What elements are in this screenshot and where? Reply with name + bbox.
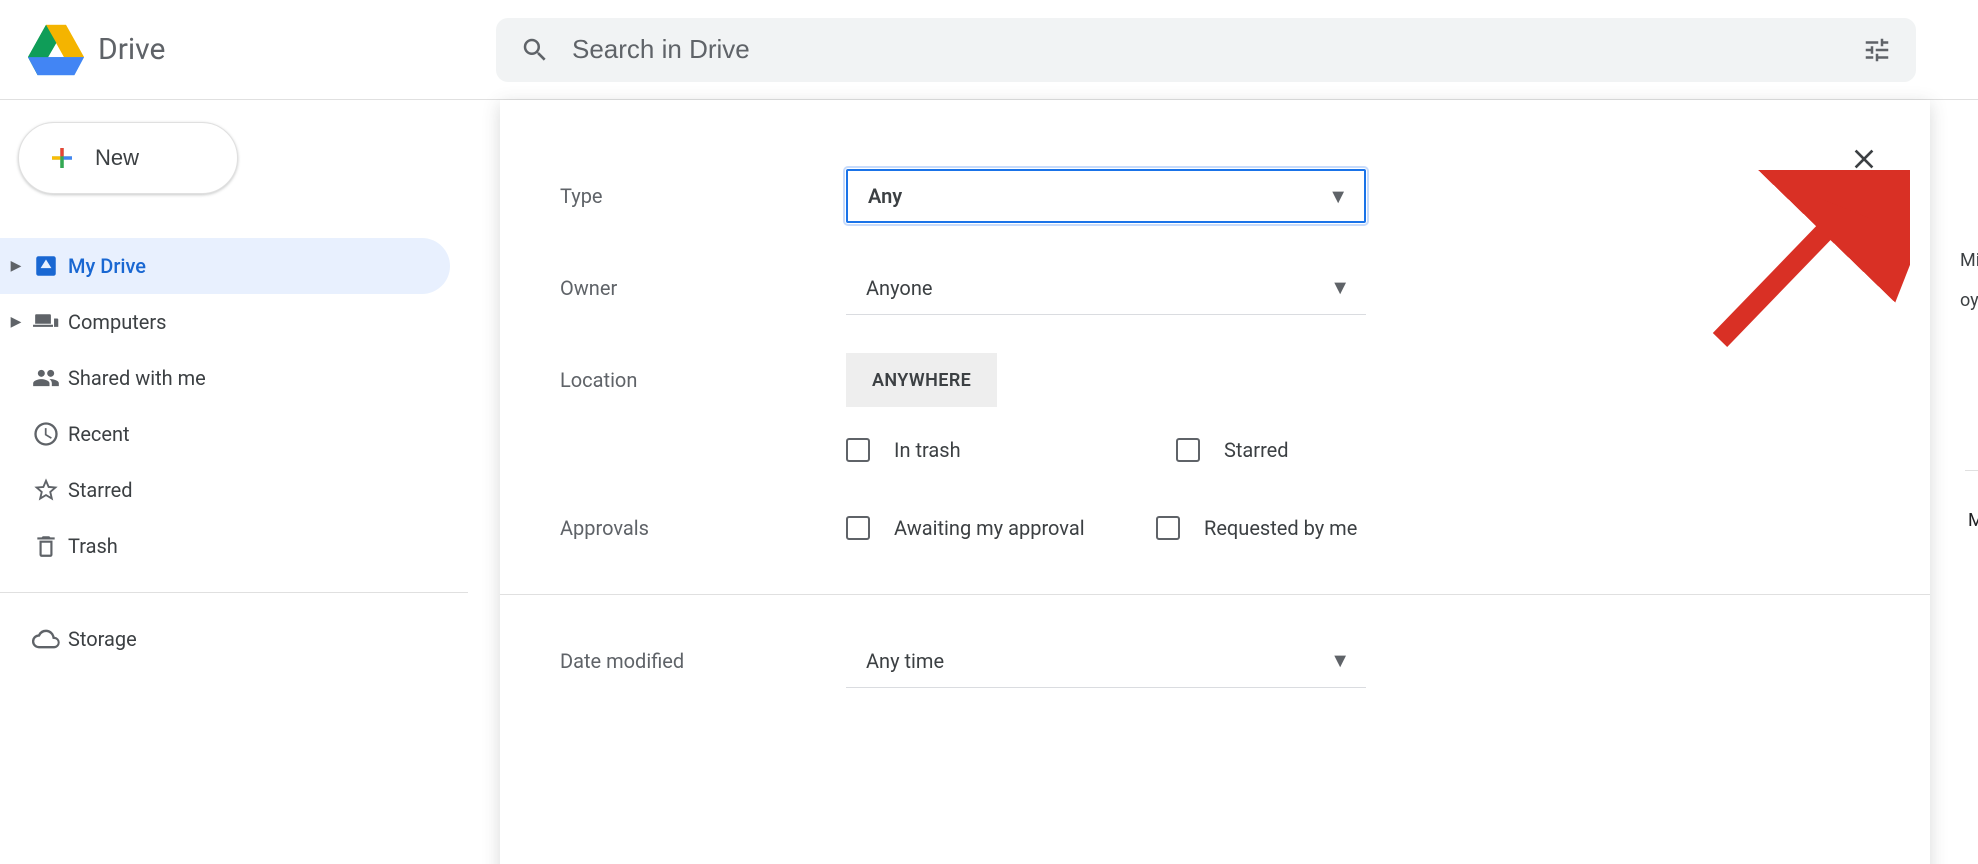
requested-by-me-label: Requested by me [1204,516,1357,540]
starred-checkbox[interactable]: Starred [1176,438,1436,462]
background-text: M [1968,510,1978,531]
computers-icon [24,308,68,336]
chevron-right-icon[interactable]: ▶ [8,314,24,330]
awaiting-approval-checkbox[interactable]: Awaiting my approval [846,516,1106,540]
drive-logo-icon [28,22,84,78]
new-button-label: New [95,145,139,171]
background-text: Minti [1960,250,1978,290]
filter-row-date-modified: Date modified Any time ▼ [560,615,1870,707]
chevron-down-icon: ▼ [1330,275,1350,300]
owner-label: Owner [560,276,846,300]
sidebar-item-label: Recent [68,422,130,446]
sidebar-item-recent[interactable]: Recent [0,406,450,462]
advanced-search-panel: Type Any ▼ Owner Anyone ▼ Location ANYWH… [500,100,1930,864]
requested-by-me-checkbox[interactable]: Requested by me [1156,516,1416,540]
checkbox-icon [1156,516,1180,540]
chevron-down-icon: ▼ [1330,648,1350,673]
checkbox-icon [846,516,870,540]
approvals-label: Approvals [560,516,846,540]
storage-icon [24,625,68,653]
panel-divider [500,594,1930,595]
sidebar-item-starred[interactable]: Starred [0,462,450,518]
type-select[interactable]: Any ▼ [846,169,1366,223]
starred-icon [24,476,68,504]
type-select-value: Any [868,184,902,208]
filter-row-type: Type Any ▼ [560,150,1870,242]
chevron-right-icon[interactable]: ▶ [8,258,24,274]
starred-checkbox-label: Starred [1224,438,1289,462]
chevron-down-icon: ▼ [1328,184,1348,209]
close-icon [1848,143,1880,175]
background-text: oy Sa [1960,290,1978,330]
nav-list: ▶ My Drive ▶ Computers Shared with me [0,238,468,574]
location-label: Location [560,368,846,392]
location-chip-value: ANYWHERE [872,370,971,391]
recent-icon [24,420,68,448]
sidebar-item-storage[interactable]: Storage [0,611,450,667]
background-content: Minti oy Sa [1960,250,1978,330]
date-modified-select[interactable]: Any time ▼ [846,634,1366,688]
sidebar-item-label: Storage [68,627,137,651]
sidebar-item-label: Computers [68,310,166,334]
sidebar-item-label: Trash [68,534,118,558]
checkbox-icon [846,438,870,462]
shared-with-me-icon [24,364,68,392]
close-button[interactable] [1842,142,1886,176]
header-bar: Drive [0,0,1978,100]
divider [0,592,468,593]
type-label: Type [560,184,846,208]
location-flags-row: In trash Starred [560,426,1870,482]
filter-row-approvals: Approvals Awaiting my approval Requested… [560,482,1870,574]
my-drive-icon [24,253,68,279]
owner-select[interactable]: Anyone ▼ [846,261,1366,315]
in-trash-label: In trash [894,438,961,462]
search-options-icon[interactable] [1862,35,1892,65]
sidebar-item-trash[interactable]: Trash [0,518,450,574]
date-modified-value: Any time [866,649,944,673]
main-body: New ▶ My Drive ▶ Computers [0,100,1978,864]
trash-icon [24,533,68,559]
search-input[interactable] [570,33,1850,66]
date-modified-label: Date modified [560,649,846,673]
sidebar-item-label: Starred [68,478,133,502]
search-bar[interactable] [496,18,1916,82]
sidebar-item-my-drive[interactable]: ▶ My Drive [0,238,450,294]
filter-row-location: Location ANYWHERE [560,334,1870,426]
checkbox-icon [1176,438,1200,462]
awaiting-approval-label: Awaiting my approval [894,516,1085,540]
sidebar-item-label: My Drive [68,254,146,278]
sidebar-item-computers[interactable]: ▶ Computers [0,294,450,350]
filter-row-owner: Owner Anyone ▼ [560,242,1870,334]
plus-icon [47,143,77,173]
sidebar: New ▶ My Drive ▶ Computers [0,100,468,864]
sidebar-item-label: Shared with me [68,366,206,390]
new-button[interactable]: New [18,122,238,194]
search-icon[interactable] [520,35,550,65]
location-chip[interactable]: ANYWHERE [846,353,997,407]
background-divider [1965,470,1978,471]
in-trash-checkbox[interactable]: In trash [846,438,1106,462]
logo-area[interactable]: Drive [28,22,496,78]
sidebar-item-shared[interactable]: Shared with me [0,350,450,406]
owner-select-value: Anyone [866,276,932,300]
app-title: Drive [98,32,165,67]
